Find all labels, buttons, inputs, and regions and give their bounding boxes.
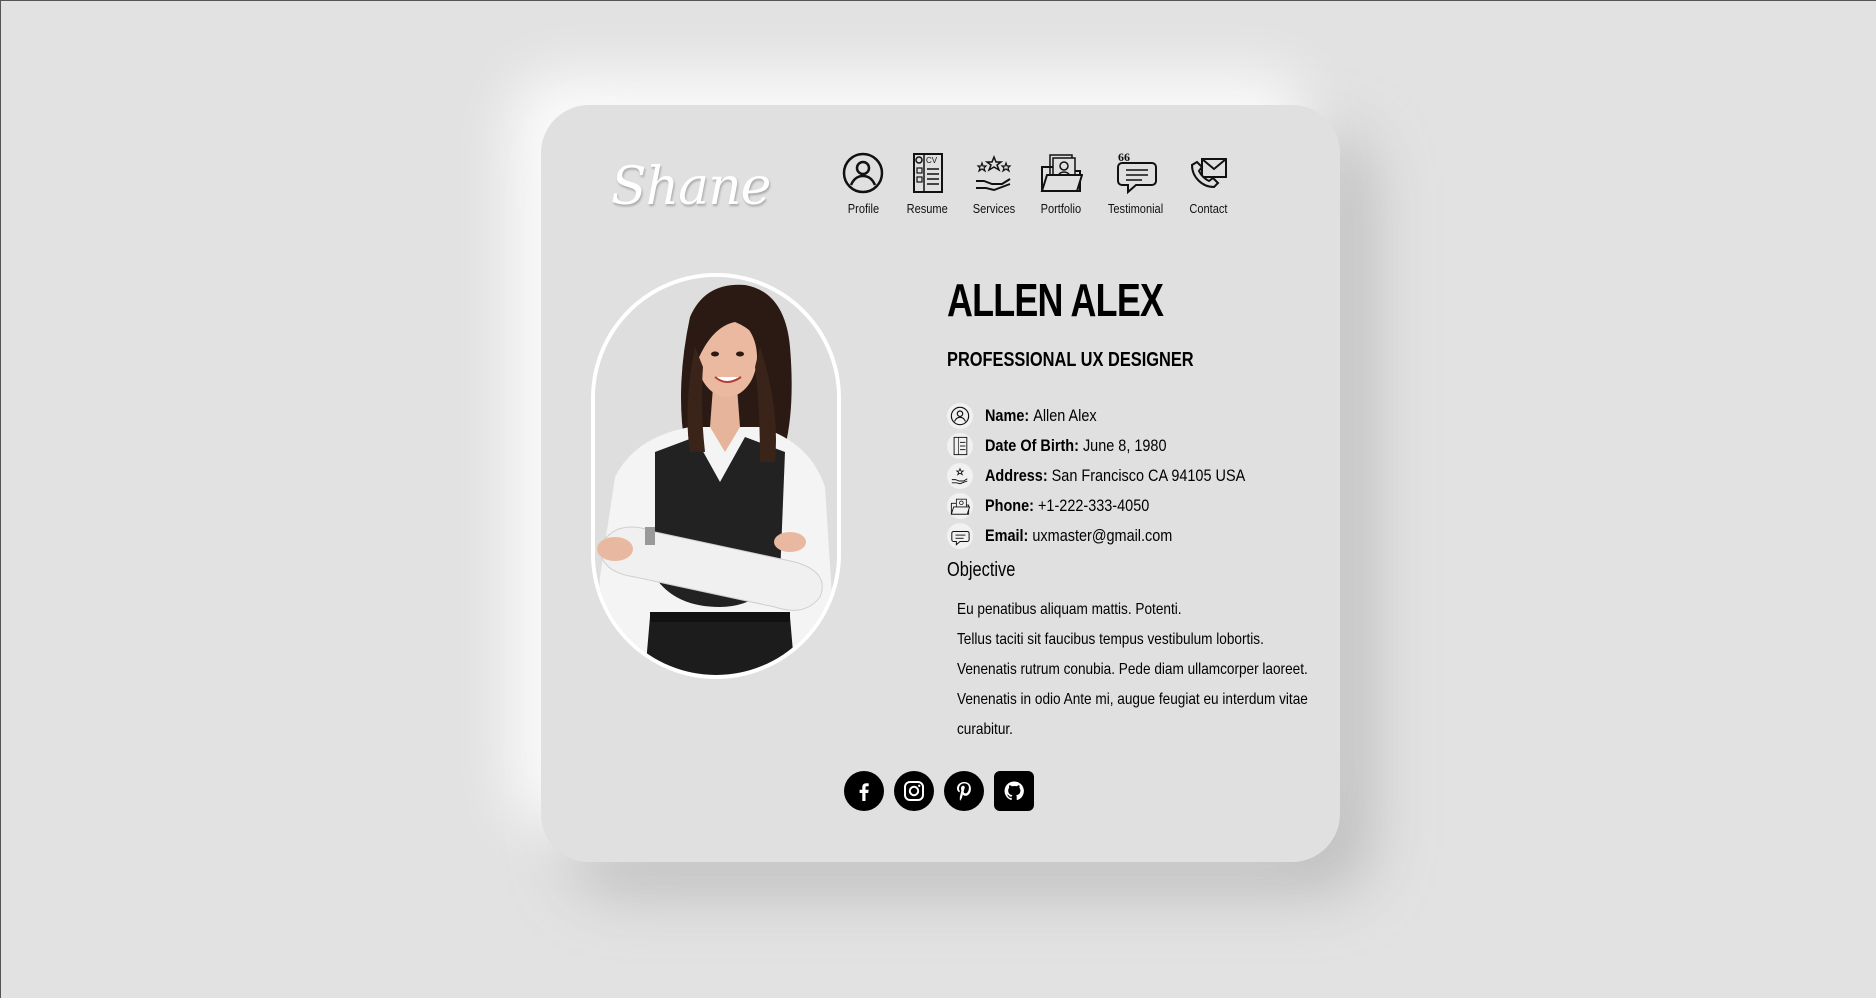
info-list: Name: Allen Alex Date Of Birth: June 8, … (947, 401, 1291, 551)
nav-item-resume[interactable]: CV Resume (903, 151, 951, 216)
info-label: Name: (985, 406, 1030, 425)
nav-label: Portfolio (1040, 201, 1082, 216)
info-row-dob: Date Of Birth: June 8, 1980 (947, 431, 1291, 461)
social-links (844, 771, 1034, 811)
person-portrait (595, 277, 837, 675)
objective-line: Tellus taciti sit faucibus tempus vestib… (957, 631, 1264, 648)
profile-photo (591, 273, 841, 679)
objective-line: Venenatis in odio Ante mi, augue feugiat… (957, 691, 1308, 708)
info-row-name: Name: Allen Alex (947, 401, 1291, 431)
nav-item-portfolio[interactable]: Portfolio (1037, 151, 1085, 216)
info-value: San Francisco CA 94105 USA (1051, 466, 1246, 485)
info-row-email: Email: uxmaster@gmail.com (947, 521, 1291, 551)
nav-label: Contact (1189, 201, 1228, 216)
objective-heading: Objective (947, 559, 1016, 581)
nav-label: Services (973, 201, 1016, 216)
info-value: +1-222-333-4050 (1037, 496, 1150, 515)
github-icon[interactable] (994, 771, 1034, 811)
info-label: Address: (985, 466, 1048, 485)
services-icon (976, 154, 1012, 192)
profile-icon (950, 406, 970, 426)
info-value: June 8, 1980 (1082, 436, 1167, 455)
objective-line: Venenatis rutrum conubia. Pede diam ulla… (957, 661, 1308, 678)
profile-icon (842, 152, 884, 194)
resume-icon (953, 436, 968, 456)
nav-item-testimonial[interactable]: 66 Testimonial (1103, 151, 1168, 216)
objective-line: curabitur. (957, 721, 1013, 738)
info-label: Email: (985, 526, 1029, 545)
logo[interactable]: Shane (611, 157, 771, 217)
objective-text: Eu penatibus aliquam mattis. Potenti. Te… (957, 595, 1308, 745)
contact-icon (1191, 158, 1228, 189)
svg-text:66: 66 (1118, 151, 1130, 164)
info-label: Phone: (985, 496, 1034, 515)
nav-label: Testimonial (1107, 201, 1164, 216)
instagram-icon[interactable] (894, 771, 934, 811)
svg-text:CV: CV (926, 156, 938, 165)
objective-line: Eu penatibus aliquam mattis. Potenti. (957, 601, 1182, 618)
services-icon (951, 467, 968, 485)
resume-icon: CV (913, 153, 944, 193)
portfolio-icon (950, 498, 970, 515)
info-row-phone: Phone: +1-222-333-4050 (947, 491, 1291, 521)
info-row-address: Address: San Francisco CA 94105 USA (947, 461, 1291, 491)
top-nav: Profile CV Resume Services Portfolio 66 … (841, 151, 1249, 216)
portfolio-icon (1040, 154, 1084, 192)
info-label: Date Of Birth: (985, 436, 1079, 455)
info-value: uxmaster@gmail.com (1032, 526, 1173, 545)
nav-item-services[interactable]: Services (969, 151, 1019, 216)
nav-label: Profile (847, 201, 879, 216)
profile-card: Shane Profile CV Resume Services Portfol… (541, 105, 1340, 862)
info-value: Allen Alex (1033, 406, 1097, 425)
nav-item-profile[interactable]: Profile (841, 151, 885, 216)
profile-name: ALLEN ALEX (947, 274, 1164, 326)
testimonial-icon: 66 (1116, 151, 1157, 195)
profile-title: PROFESSIONAL UX DESIGNER (947, 349, 1194, 371)
testimonial-icon (951, 530, 970, 546)
pinterest-icon[interactable] (944, 771, 984, 811)
facebook-icon[interactable] (844, 771, 884, 811)
nav-label: Resume (906, 201, 948, 216)
nav-item-contact[interactable]: Contact (1186, 151, 1231, 216)
